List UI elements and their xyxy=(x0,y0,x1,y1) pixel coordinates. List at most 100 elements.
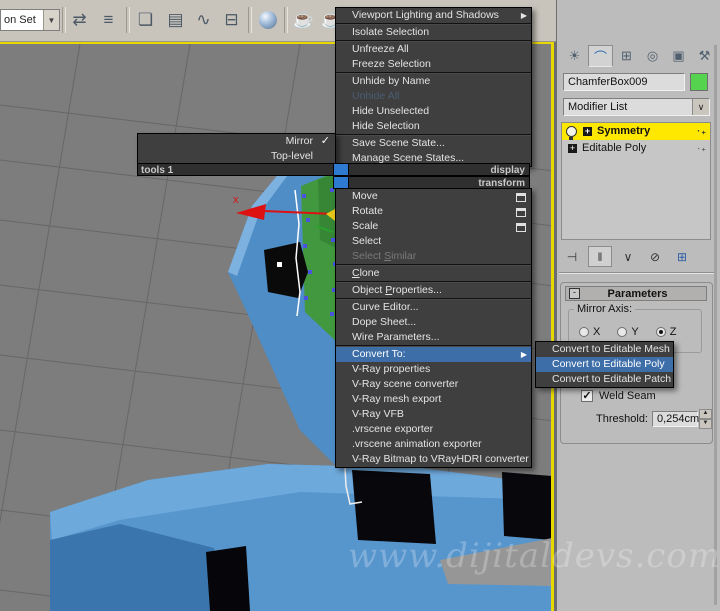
submenu-item-editable-mesh[interactable]: Convert to Editable Mesh xyxy=(536,342,673,357)
tab-hierarchy-icon[interactable]: ⊞ xyxy=(614,45,639,67)
quad-menu-tools1: Mirror ✓ Top-level xyxy=(137,133,336,165)
tab-create-icon[interactable]: ☀ xyxy=(562,45,587,67)
layer-manager-icon[interactable]: ❏ xyxy=(132,6,159,34)
material-editor-icon[interactable] xyxy=(254,6,281,34)
menu-item-mirror[interactable]: Mirror ✓ xyxy=(138,134,335,149)
toolbar-separator xyxy=(248,7,252,33)
panel-divider-line xyxy=(559,272,715,274)
menu-item-clone[interactable]: Clone xyxy=(336,266,531,281)
radio-axis-z[interactable]: Z xyxy=(655,326,676,338)
collapse-icon[interactable]: - xyxy=(569,288,580,299)
quad-title-tools1: tools 1 xyxy=(137,163,334,176)
schematic-view-icon[interactable]: ⊟ xyxy=(218,6,245,34)
expand-icon[interactable]: + xyxy=(568,144,577,153)
stack-row-dots-icon: ·₊ xyxy=(697,143,707,153)
spinner-up-icon[interactable]: ▲ xyxy=(699,409,712,419)
modifier-stack-toolbar: ⊣ ‖ ∨ ⊘ ⊞ xyxy=(561,246,693,267)
checkbox-checked-icon[interactable]: ✓ xyxy=(581,390,593,402)
quad-center-square[interactable] xyxy=(333,163,349,176)
threshold-spinner[interactable]: ▲ ▼ xyxy=(699,409,712,429)
settings-dialog-icon[interactable] xyxy=(516,223,526,232)
menu-item-dope-sheet[interactable]: Dope Sheet... xyxy=(336,315,531,330)
radio-axis-y[interactable]: Y xyxy=(617,326,639,338)
radio-button-selected-icon[interactable] xyxy=(655,327,666,337)
radio-button-icon[interactable] xyxy=(579,327,589,337)
stack-item-symmetry[interactable]: + Symmetry ·₊ xyxy=(562,123,710,140)
submenu-item-editable-poly[interactable]: Convert to Editable Poly xyxy=(536,357,673,372)
panel-divider xyxy=(554,0,557,611)
menu-item-scale[interactable]: Scale xyxy=(336,219,531,234)
panel-scrollbar[interactable] xyxy=(714,45,717,605)
tab-display-icon[interactable]: ▣ xyxy=(666,45,691,67)
tab-modify-icon[interactable]: ⌒ xyxy=(588,45,613,67)
show-end-result-icon[interactable]: ‖ xyxy=(588,246,612,267)
curve-editor-icon[interactable]: ∿ xyxy=(190,6,217,34)
object-name-field[interactable]: ChamferBox009 xyxy=(563,73,685,91)
lightbulb-icon[interactable] xyxy=(566,126,577,140)
remove-modifier-icon[interactable]: ⊘ xyxy=(644,247,666,266)
threshold-label: Threshold: xyxy=(596,413,648,425)
3dsmax-window: x www.dijitaldevs.com on Set ▼ ⇄ ≡ ❏ ▤ ∿… xyxy=(0,0,720,611)
object-color-swatch[interactable] xyxy=(690,73,708,91)
modifier-stack: + Symmetry ·₊ + Editable Poly ·₊ xyxy=(561,122,711,240)
submenu-item-editable-patch[interactable]: Convert to Editable Patch xyxy=(536,372,673,387)
expand-icon[interactable]: + xyxy=(583,127,592,136)
quad-title-display: display xyxy=(348,163,530,176)
menu-item-convert-to[interactable]: Convert To: ▶ xyxy=(336,347,531,362)
menu-item-wire-parameters[interactable]: Wire Parameters... xyxy=(336,330,531,345)
menu-item-hide-selection[interactable]: Hide Selection xyxy=(336,119,531,134)
threshold-input[interactable]: 0,254cm xyxy=(652,411,699,427)
settings-dialog-icon[interactable] xyxy=(516,208,526,217)
gizmo-x-label: x xyxy=(233,194,239,206)
tab-motion-icon[interactable]: ◎ xyxy=(640,45,665,67)
named-selection-sets-dropdown[interactable]: on Set ▼ xyxy=(0,9,60,31)
toolbar-separator xyxy=(284,7,288,33)
menu-item-vray-bitmap-converter[interactable]: V-Ray Bitmap to VRayHDRI converter xyxy=(336,452,531,467)
menu-item-freeze-selection[interactable]: Freeze Selection xyxy=(336,57,531,72)
chevron-down-icon[interactable]: ∨ xyxy=(692,99,709,115)
stack-row-dots-icon: ·₊ xyxy=(697,126,707,136)
pin-stack-icon[interactable]: ⊣ xyxy=(561,247,583,266)
weld-seam-label: Weld Seam xyxy=(599,390,656,402)
align-icon[interactable]: ≡ xyxy=(95,6,122,34)
make-unique-icon[interactable]: ∨ xyxy=(617,247,639,266)
command-panel-tabs: ☀ ⌒ ⊞ ◎ ▣ ⚒ xyxy=(562,45,717,67)
submenu-arrow-icon: ▶ xyxy=(520,350,527,359)
stack-item-editable-poly[interactable]: + Editable Poly ·₊ xyxy=(562,140,710,157)
named-selection-sets-value: on Set xyxy=(4,14,36,26)
menu-item-unhide-all: Unhide All xyxy=(352,90,400,102)
configure-modifier-sets-icon[interactable]: ⊞ xyxy=(671,247,693,266)
modifier-list-dropdown[interactable]: Modifier List ∨ xyxy=(563,98,710,116)
command-panel: ☀ ⌒ ⊞ ◎ ▣ ⚒ ChamferBox009 Modifier List … xyxy=(557,0,720,611)
manage-scene-states-icon[interactable]: ▤ xyxy=(162,6,189,34)
menu-item-vray-mesh-export[interactable]: V-Ray mesh export xyxy=(336,392,531,407)
parameters-rollout-header[interactable]: - Parameters xyxy=(565,286,707,301)
quad-center-square[interactable] xyxy=(333,176,349,189)
quad-menu-display: Viewport Lighting and Shadows ▶ Isolate S… xyxy=(335,7,532,167)
mirror-icon[interactable]: ⇄ xyxy=(66,6,93,34)
settings-dialog-icon[interactable] xyxy=(516,193,526,202)
radio-axis-x[interactable]: X xyxy=(579,326,600,338)
chevron-down-icon[interactable]: ▼ xyxy=(43,10,59,30)
menu-item-vray-scene-converter[interactable]: V-Ray scene converter xyxy=(336,377,531,392)
menu-item-move[interactable]: Move xyxy=(336,189,531,204)
render-setup-icon[interactable]: ☕ xyxy=(290,6,317,34)
menu-item-vrscene-animation-exporter[interactable]: .vrscene animation exporter xyxy=(336,437,531,452)
menu-item-isolate-selection[interactable]: Isolate Selection xyxy=(336,25,531,40)
menu-item-save-scene-state[interactable]: Save Scene State... xyxy=(336,136,531,151)
spinner-down-icon[interactable]: ▼ xyxy=(699,419,712,429)
menu-item-curve-editor[interactable]: Curve Editor... xyxy=(336,300,531,315)
submenu-arrow-icon: ▶ xyxy=(520,11,527,20)
menu-item-rotate[interactable]: Rotate xyxy=(336,204,531,219)
menu-item-vrscene-exporter[interactable]: .vrscene exporter xyxy=(336,422,531,437)
menu-item-top-level[interactable]: Top-level xyxy=(138,149,335,164)
menu-item-select[interactable]: Select xyxy=(336,234,531,249)
menu-item-object-properties[interactable]: Object Properties... xyxy=(336,283,531,298)
radio-button-icon[interactable] xyxy=(617,327,628,337)
menu-item-hide-unselected[interactable]: Hide Unselected xyxy=(336,104,531,119)
menu-item-unhide-by-name[interactable]: Unhide by Name xyxy=(336,74,531,89)
menu-item-vray-properties[interactable]: V-Ray properties xyxy=(336,362,531,377)
menu-item-vray-vfb[interactable]: V-Ray VFB xyxy=(336,407,531,422)
menu-item-viewport-lighting[interactable]: Viewport Lighting and Shadows ▶ xyxy=(336,8,531,23)
menu-item-unfreeze-all[interactable]: Unfreeze All xyxy=(336,42,531,57)
